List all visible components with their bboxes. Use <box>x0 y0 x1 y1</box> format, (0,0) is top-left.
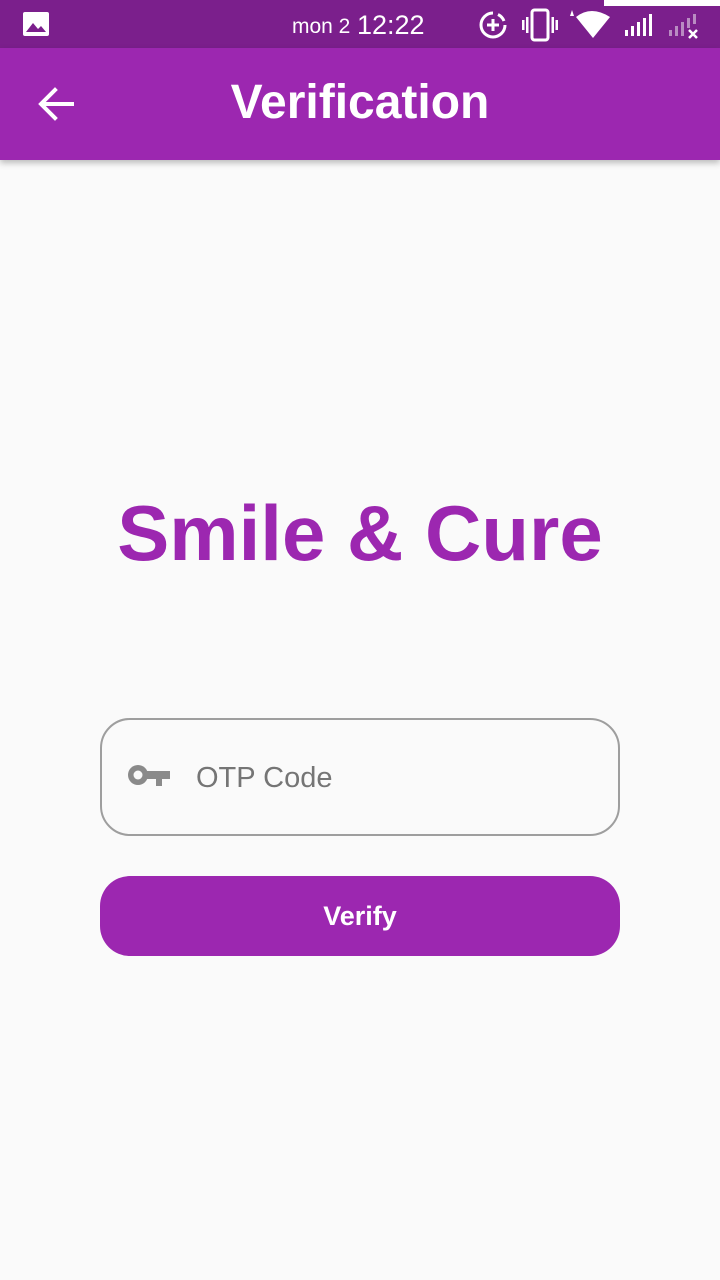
app-bar: Verification <box>0 48 720 160</box>
verify-button[interactable]: Verify <box>100 876 620 956</box>
key-icon <box>128 765 170 786</box>
verification-screen: mon 2 12:22 Verification Smile & Cure OT… <box>0 0 720 1280</box>
wifi-icon <box>570 10 610 38</box>
otp-field[interactable] <box>100 718 620 836</box>
no-signal-icon <box>669 14 698 39</box>
vibrate-icon <box>522 8 558 42</box>
status-time: 12:22 <box>357 10 425 40</box>
brand-title: Smile & Cure <box>117 489 603 577</box>
page-title: Verification <box>230 76 490 129</box>
status-bar: mon 2 12:22 <box>0 0 720 48</box>
status-date: mon 2 <box>292 15 351 38</box>
signal-icon <box>625 14 652 36</box>
gallery-icon <box>23 12 49 36</box>
otp-input[interactable] <box>196 750 596 806</box>
data-saver-icon <box>479 11 507 39</box>
status-icons <box>478 8 708 42</box>
status-bar-indicator-line <box>604 0 720 6</box>
